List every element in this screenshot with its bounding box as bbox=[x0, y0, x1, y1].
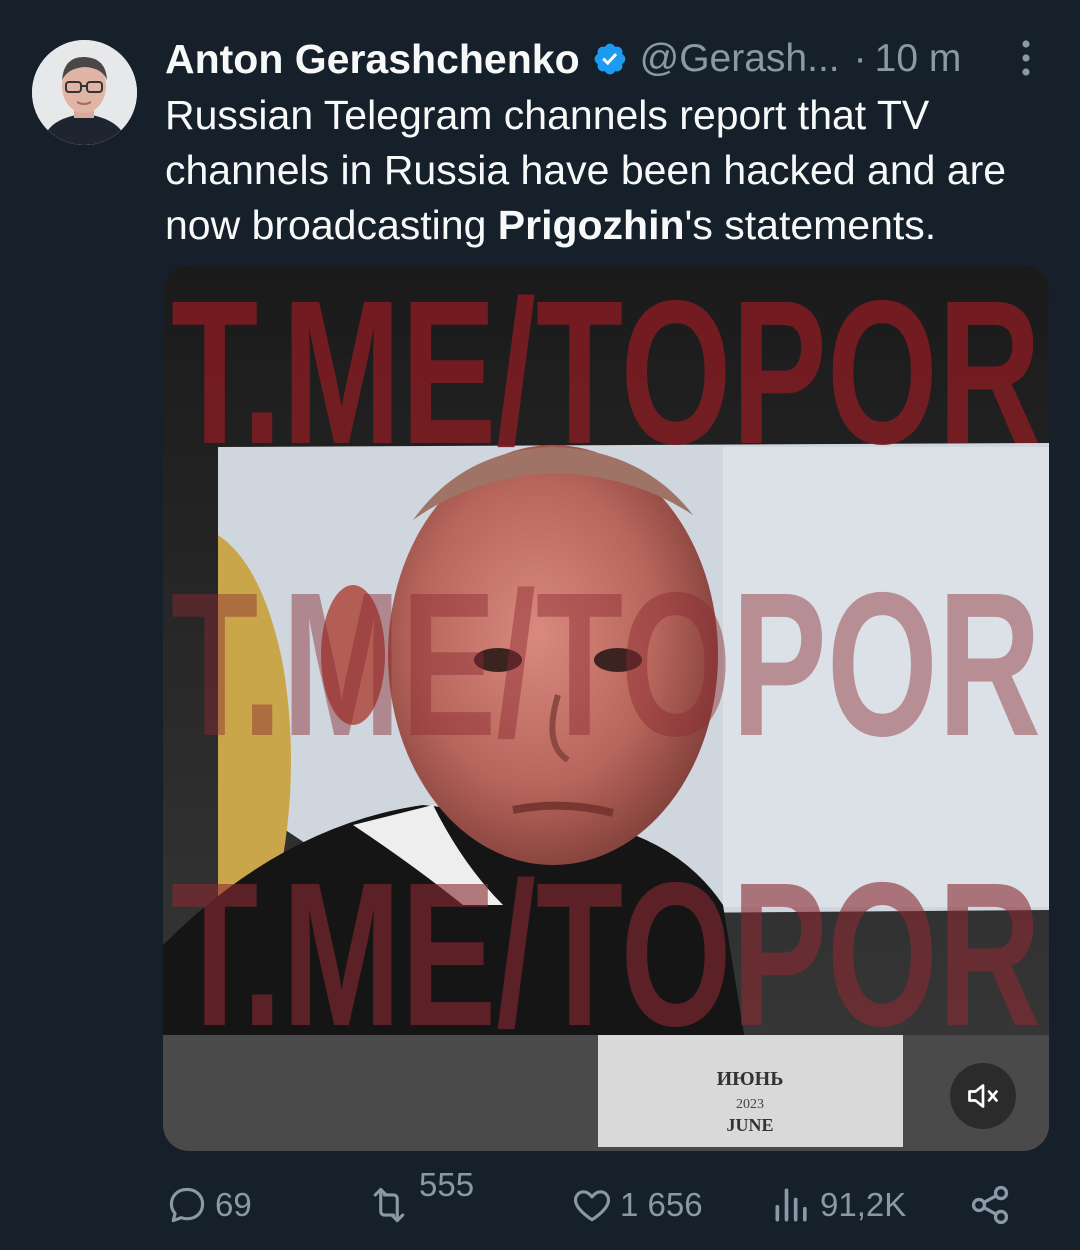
views-button[interactable]: 91,2K bbox=[770, 1165, 906, 1245]
share-icon bbox=[971, 1185, 1009, 1225]
tweet-text: Russian Telegram channels report that TV… bbox=[165, 88, 1055, 253]
avatar[interactable] bbox=[32, 40, 137, 145]
video-frame: ИЮНЬ 2023 JUNE T.ME/TOPOR T.ME/TOPOR T.M… bbox=[163, 265, 1049, 1151]
repost-icon bbox=[373, 1187, 405, 1223]
views-icon bbox=[775, 1188, 807, 1222]
tweet-text-bold: Prigozhin bbox=[497, 202, 685, 248]
repost-button[interactable]: 555 bbox=[365, 1165, 474, 1245]
more-options-icon[interactable] bbox=[1012, 38, 1040, 78]
verified-badge-icon bbox=[592, 41, 628, 77]
video-media[interactable]: ИЮНЬ 2023 JUNE T.ME/TOPOR T.ME/TOPOR T.M… bbox=[163, 265, 1049, 1151]
time-separator: · bbox=[853, 37, 867, 80]
reply-count: 69 bbox=[215, 1186, 252, 1223]
views-count: 91,2K bbox=[820, 1186, 907, 1223]
watermark-bottom: T.ME/TOPOR bbox=[171, 840, 1041, 1069]
reply-button[interactable]: 69 bbox=[165, 1165, 252, 1245]
watermark-middle: T.ME/TOPOR bbox=[171, 550, 1041, 779]
tweet-actions: 69 555 1 656 91,2K bbox=[165, 1165, 1045, 1245]
reply-icon bbox=[169, 1187, 205, 1223]
author-name[interactable]: Anton Gerashchenko bbox=[165, 36, 580, 83]
timestamp[interactable]: 10 m bbox=[875, 37, 962, 81]
heart-icon bbox=[573, 1190, 611, 1222]
like-count: 1 656 bbox=[620, 1186, 703, 1223]
watermark-top: T.ME/TOPOR bbox=[171, 265, 1041, 487]
tweet-header: Anton Gerashchenko @Gerash... · 10 m bbox=[165, 34, 961, 84]
tweet[interactable]: Anton Gerashchenko @Gerash... · 10 m Rus… bbox=[0, 0, 1080, 1250]
like-button[interactable]: 1 656 bbox=[570, 1165, 703, 1245]
calendar-text-1: ИЮНЬ bbox=[717, 1068, 784, 1090]
share-button[interactable] bbox=[968, 1165, 1012, 1245]
tweet-text-part2: 's statements. bbox=[684, 202, 937, 248]
author-handle[interactable]: @Gerash... bbox=[640, 37, 840, 81]
speaker-muted-icon bbox=[968, 1084, 998, 1108]
calendar-text-2: 2023 bbox=[736, 1097, 764, 1112]
calendar-text-3: JUNE bbox=[726, 1115, 773, 1135]
repost-count: 555 bbox=[419, 1166, 475, 1203]
mute-button[interactable] bbox=[950, 1063, 1016, 1129]
